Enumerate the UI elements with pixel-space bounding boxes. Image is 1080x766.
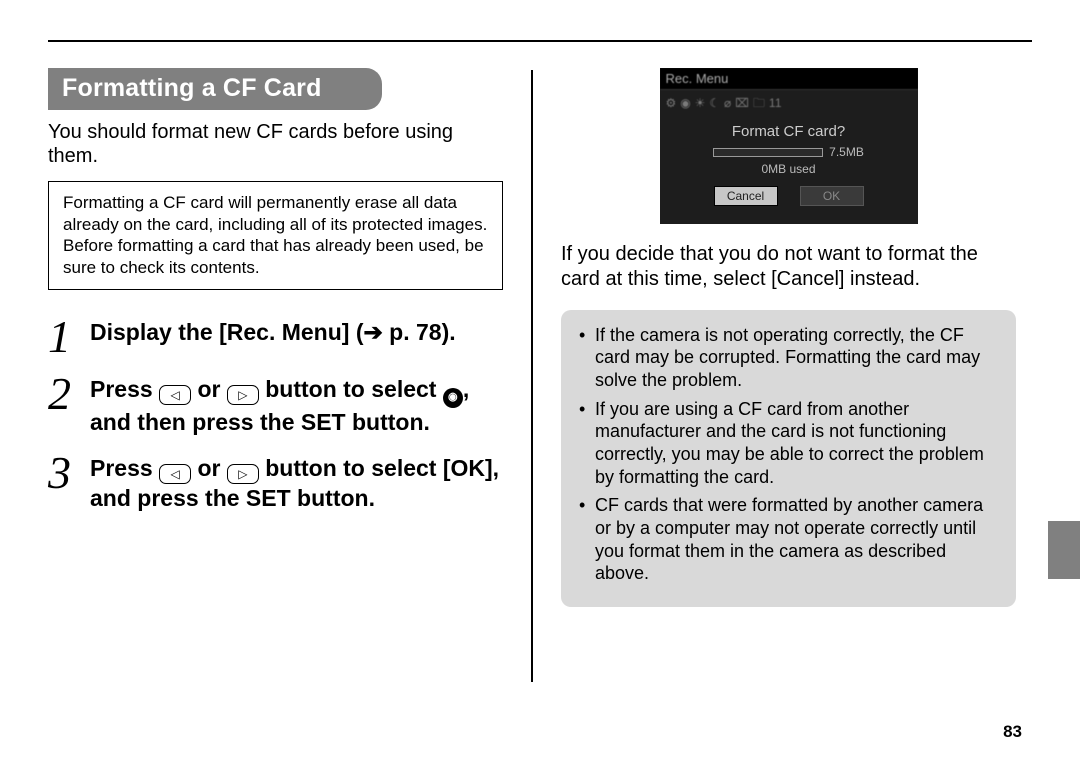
left-column: Formatting a CF Card You should format n… [48,68,503,682]
intro-text: You should format new CF cards before us… [48,120,503,169]
lcd-used: 0MB used [660,162,918,176]
cancel-note: If you decide that you do not want to fo… [561,242,1016,292]
manual-page: Formatting a CF Card You should format n… [0,0,1080,766]
step3-a: Press [90,455,159,481]
step-2: 2 Press ◁ or ▷ button to select ◉, and t… [48,371,503,436]
step-number: 2 [48,371,90,414]
warning-box: Formatting a CF card will permanently er… [48,181,503,290]
step-3: 3 Press ◁ or ▷ button to select [OK], an… [48,450,503,512]
tip-item: CF cards that were formatted by another … [591,494,1000,585]
tips-list: If the camera is not operating correctly… [577,324,1000,585]
page-number: 83 [1003,722,1022,742]
tip-item: If the camera is not operating correctly… [591,324,1000,392]
step1-post: p. 78). [383,319,456,345]
left-button-icon: ◁ [159,464,191,484]
lcd-cancel-button: Cancel [714,186,778,206]
step-text: Press ◁ or ▷ button to select [OK], and … [90,450,503,512]
step2-a: Press [90,376,159,402]
step2-c: button to select [259,376,443,402]
two-column-layout: Formatting a CF Card You should format n… [48,68,1032,682]
step1-pre: Display the [Rec. Menu] ( [90,319,363,345]
lcd-capacity: 7.5MB [829,145,864,159]
top-rule [48,40,1032,42]
left-button-icon: ◁ [159,385,191,405]
right-button-icon: ▷ [227,464,259,484]
lcd-progress-row: 7.5MB [660,145,918,159]
format-menu-icon: ◉ [443,388,463,408]
lcd-buttons: Cancel OK [660,186,918,206]
lcd-title: Rec. Menu [660,68,918,90]
step-1: 1 Display the [Rec. Menu] (➔ p. 78). [48,314,503,357]
section-title: Formatting a CF Card [48,68,382,110]
step-text: Display the [Rec. Menu] (➔ p. 78). [90,314,503,346]
step2-b: or [191,376,227,402]
step-text: Press ◁ or ▷ button to select ◉, and the… [90,371,503,436]
step-number: 1 [48,314,90,357]
right-column: Rec. Menu ⚙ ◉ ☀ ☾ ⌀ ⌧ 🗀 11 Format CF car… [561,68,1016,682]
lcd-progress-bar [713,148,823,157]
side-tab [1048,521,1080,579]
right-button-icon: ▷ [227,385,259,405]
tip-item: If you are using a CF card from another … [591,398,1000,489]
lcd-screenshot: Rec. Menu ⚙ ◉ ☀ ☾ ⌀ ⌧ 🗀 11 Format CF car… [660,68,918,224]
lcd-ok-button: OK [800,186,864,206]
tips-box: If the camera is not operating correctly… [561,310,1016,607]
lcd-icons-row: ⚙ ◉ ☀ ☾ ⌀ ⌧ 🗀 11 [660,90,918,117]
step-number: 3 [48,450,90,493]
step3-b: or [191,455,227,481]
arrow-icon: ➔ [363,319,382,345]
lcd-question: Format CF card? [660,123,918,140]
column-divider [531,70,533,682]
